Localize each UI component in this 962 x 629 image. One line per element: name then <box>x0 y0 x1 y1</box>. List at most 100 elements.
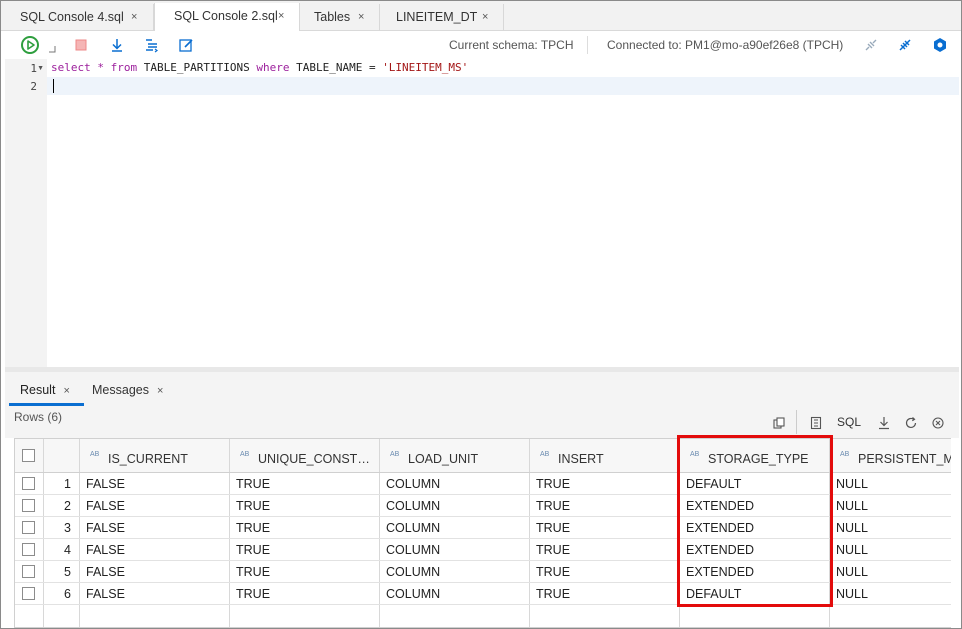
cell-storage-type[interactable]: DEFAULT <box>680 473 830 494</box>
cell-is-current[interactable]: FALSE <box>80 561 230 582</box>
cell-is-current[interactable]: FALSE <box>80 583 230 604</box>
cell-storage-type[interactable]: DEFAULT <box>680 583 830 604</box>
row-checkbox[interactable] <box>22 499 35 512</box>
cell-storage-type[interactable]: EXTENDED <box>680 495 830 516</box>
cell-value: TRUE <box>236 543 271 557</box>
cell-is-current[interactable]: FALSE <box>80 473 230 494</box>
cell-unique-constraint[interactable]: TRUE <box>230 473 380 494</box>
row-number: 4 <box>64 543 71 557</box>
cell-is-current[interactable]: FALSE <box>80 517 230 538</box>
select-all-checkbox[interactable] <box>22 449 35 462</box>
table-row[interactable]: 6 FALSE TRUE COLUMN TRUE DEFAULT NULL <box>15 583 951 605</box>
run-icon[interactable] <box>20 35 40 55</box>
cell-storage-type[interactable]: EXTENDED <box>680 539 830 560</box>
cell-persistent-memory[interactable]: NULL <box>830 583 951 604</box>
close-icon[interactable]: × <box>358 4 364 30</box>
cell-persistent-memory[interactable]: NULL <box>830 495 951 516</box>
table-row[interactable]: 2 FALSE TRUE COLUMN TRUE EXTENDED NULL <box>15 495 951 517</box>
tab-tables[interactable]: Tables × <box>299 4 380 31</box>
row-number-header <box>44 439 80 472</box>
table-row[interactable]: 5 FALSE TRUE COLUMN TRUE EXTENDED NULL <box>15 561 951 583</box>
download-icon[interactable] <box>108 36 126 54</box>
cell-insert[interactable]: TRUE <box>530 561 680 582</box>
fold-icon[interactable]: ▼ <box>37 65 44 72</box>
grid-filler-cell <box>680 605 830 627</box>
tab-sql-console-4[interactable]: SQL Console 4.sql × <box>1 4 154 31</box>
disconnect-icon[interactable] <box>862 36 880 54</box>
cell-insert[interactable]: TRUE <box>530 473 680 494</box>
cell-load-unit[interactable]: COLUMN <box>380 561 530 582</box>
row-checkbox[interactable] <box>22 543 35 556</box>
grid-header-row: AB IS_CURRENT AB UNIQUE_CONST… AB LOAD_U… <box>15 439 951 473</box>
tab-label: LINEITEM_DT <box>396 10 478 24</box>
row-checkbox[interactable] <box>22 477 35 490</box>
sql-editor[interactable]: 1 ▼ 2 select * from TABLE_PARTITIONS whe… <box>5 59 959 367</box>
tab-result[interactable]: Result × <box>20 383 70 397</box>
tab-messages[interactable]: Messages × <box>92 383 163 397</box>
cell-unique-constraint[interactable]: TRUE <box>230 583 380 604</box>
connect-icon[interactable] <box>896 36 914 54</box>
close-icon[interactable]: × <box>157 385 163 397</box>
cell-persistent-memory[interactable]: NULL <box>830 539 951 560</box>
column-header-label: IS_CURRENT <box>108 452 188 466</box>
column-header-persistent-memory[interactable]: AB PERSISTENT_M <box>830 439 951 472</box>
cell-load-unit[interactable]: COLUMN <box>380 517 530 538</box>
select-all-cell <box>15 439 44 472</box>
cell-load-unit[interactable]: COLUMN <box>380 539 530 560</box>
table-row[interactable]: 4 FALSE TRUE COLUMN TRUE EXTENDED NULL <box>15 539 951 561</box>
column-header-is-current[interactable]: AB IS_CURRENT <box>80 439 230 472</box>
column-header-label: PERSISTENT_M <box>858 452 951 466</box>
row-checkbox[interactable] <box>22 565 35 578</box>
string-type-icon: AB <box>690 451 700 458</box>
close-icon[interactable]: × <box>482 4 488 30</box>
row-checkbox[interactable] <box>22 521 35 534</box>
column-header-insert[interactable]: AB INSERT <box>530 439 680 472</box>
refresh-icon[interactable] <box>902 414 920 432</box>
cell-is-current[interactable]: FALSE <box>80 495 230 516</box>
cell-value: TRUE <box>536 565 571 579</box>
cell-unique-constraint[interactable]: TRUE <box>230 495 380 516</box>
cell-load-unit[interactable]: COLUMN <box>380 583 530 604</box>
row-checkbox[interactable] <box>22 587 35 600</box>
cell-insert[interactable]: TRUE <box>530 495 680 516</box>
column-settings-icon[interactable] <box>807 414 825 432</box>
cell-unique-constraint[interactable]: TRUE <box>230 539 380 560</box>
run-dropdown-icon[interactable] <box>48 45 56 53</box>
cell-storage-type[interactable]: EXTENDED <box>680 561 830 582</box>
cell-storage-type[interactable]: EXTENDED <box>680 517 830 538</box>
stop-icon[interactable] <box>72 36 90 54</box>
tab-lineitem-dt[interactable]: LINEITEM_DT × <box>380 4 504 31</box>
close-icon[interactable]: × <box>131 4 137 30</box>
close-icon[interactable]: × <box>63 385 69 397</box>
grid-filler-cell <box>44 605 80 627</box>
cell-persistent-memory[interactable]: NULL <box>830 473 951 494</box>
cell-unique-constraint[interactable]: TRUE <box>230 517 380 538</box>
tab-sql-console-2[interactable]: SQL Console 2.sql × <box>154 3 300 31</box>
cell-value: TRUE <box>236 521 271 535</box>
clear-filter-icon[interactable] <box>929 414 947 432</box>
cell-persistent-memory[interactable]: NULL <box>830 517 951 538</box>
table-row[interactable]: 3 FALSE TRUE COLUMN TRUE EXTENDED NULL <box>15 517 951 539</box>
show-sql-button[interactable]: SQL <box>837 415 861 429</box>
copy-icon[interactable] <box>770 414 788 432</box>
cell-is-current[interactable]: FALSE <box>80 539 230 560</box>
edit-icon[interactable] <box>177 36 195 54</box>
column-header-unique-constraint[interactable]: AB UNIQUE_CONST… <box>230 439 380 472</box>
cell-load-unit[interactable]: COLUMN <box>380 495 530 516</box>
cell-unique-constraint[interactable]: TRUE <box>230 561 380 582</box>
cell-insert[interactable]: TRUE <box>530 517 680 538</box>
cell-load-unit[interactable]: COLUMN <box>380 473 530 494</box>
cell-insert[interactable]: TRUE <box>530 583 680 604</box>
line-number-gutter: 1 ▼ 2 <box>5 59 47 367</box>
download-icon[interactable] <box>875 414 893 432</box>
cell-persistent-memory[interactable]: NULL <box>830 561 951 582</box>
cell-insert[interactable]: TRUE <box>530 539 680 560</box>
close-icon[interactable]: × <box>278 3 284 29</box>
column-header-storage-type[interactable]: AB STORAGE_TYPE <box>680 439 830 472</box>
column-header-load-unit[interactable]: AB LOAD_UNIT <box>380 439 530 472</box>
table-row[interactable]: 1 FALSE TRUE COLUMN TRUE DEFAULT NULL <box>15 473 951 495</box>
cell-value: TRUE <box>536 521 571 535</box>
settings-icon[interactable] <box>931 36 949 54</box>
row-select-cell <box>15 583 44 604</box>
format-code-icon[interactable] <box>143 36 161 54</box>
